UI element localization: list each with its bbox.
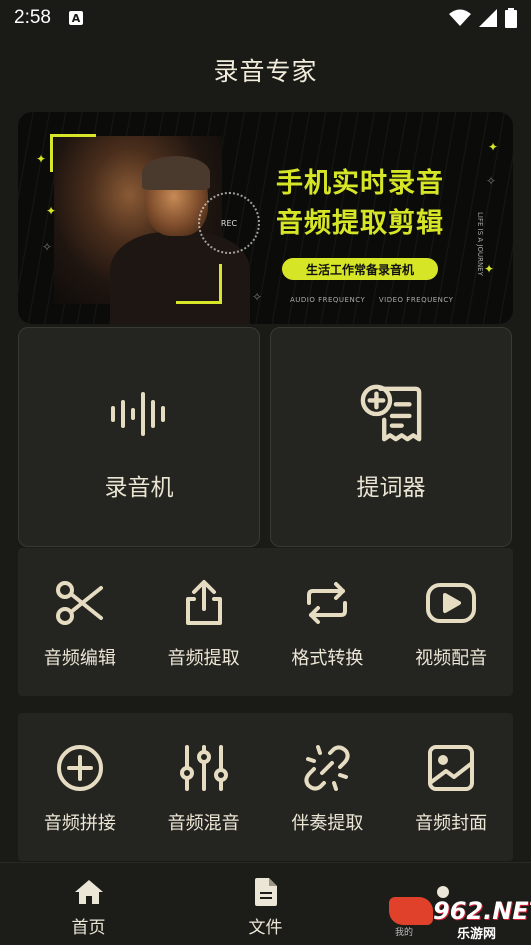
teleprompter-icon xyxy=(359,382,423,446)
tool-audio-edit-label: 音频编辑 xyxy=(43,648,116,669)
tool-format-convert-label: 格式转换 xyxy=(291,648,364,669)
status-bar: 2:58 A xyxy=(0,0,531,36)
tool-audio-edit[interactable]: 音频编辑 xyxy=(18,548,142,696)
banner-headline-line-2: 音频提取剪辑 xyxy=(276,208,444,239)
recorder-label: 录音机 xyxy=(104,475,174,501)
banner-side-text: LIFE IS A JOURNEY xyxy=(476,212,484,276)
file-icon xyxy=(251,877,281,907)
nav-files[interactable]: 文件 xyxy=(177,863,354,945)
site-watermark-logo: 962.NET 我的 乐游网 xyxy=(387,897,531,942)
nav-home[interactable]: 首页 xyxy=(0,863,177,945)
teleprompter-card[interactable]: 提词器 xyxy=(270,327,512,547)
tool-video-dub-label: 视频配音 xyxy=(415,648,488,669)
tool-audio-merge[interactable]: 音频拼接 xyxy=(18,713,142,861)
status-icons xyxy=(449,8,517,28)
sparkle-icon: ✧ xyxy=(252,290,263,304)
watermark-badge xyxy=(389,897,433,925)
banner-footer-text: AUDIO FREQUENCY VIDEO FREQUENCY xyxy=(290,296,453,304)
image-icon xyxy=(424,741,478,795)
nav-home-label: 首页 xyxy=(71,918,106,938)
tool-audio-mix[interactable]: 音频混音 xyxy=(142,713,266,861)
page-title: 录音专家 xyxy=(213,57,318,86)
tools-panel-2: 音频拼接 音频混音 伴奏提取 音频封面 xyxy=(18,713,513,861)
battery-icon xyxy=(505,8,517,28)
teleprompter-label: 提词器 xyxy=(356,475,426,501)
sparkle-icon: ✦ xyxy=(46,204,57,218)
watermark-small: 我的 xyxy=(395,928,414,938)
recorder-card[interactable]: 录音机 xyxy=(18,327,260,547)
wifi-icon xyxy=(449,9,471,26)
tool-audio-merge-label: 音频拼接 xyxy=(43,813,116,834)
nav-files-label: 文件 xyxy=(248,918,283,938)
plus-circle-icon xyxy=(53,741,107,795)
photo-person-beanie xyxy=(142,156,210,190)
broken-link-icon xyxy=(300,741,354,795)
tool-audio-extract[interactable]: 音频提取 xyxy=(142,548,266,696)
sparkle-icon: ✧ xyxy=(486,174,497,188)
banner-tagline: 生活工作常备录音机 xyxy=(282,258,438,280)
tools-panel-1: 音频编辑 音频提取 格式转换 视频配音 xyxy=(18,548,513,696)
watermark-sub: 乐游网 xyxy=(457,927,497,942)
watermark-brand: 962.NET xyxy=(433,897,531,925)
scissors-icon xyxy=(53,576,107,630)
promo-banner[interactable]: REC 手机实时录音 音频提取剪辑 生活工作常备录音机 AUDIO FREQUE… xyxy=(18,112,513,324)
waveform-icon xyxy=(107,382,171,446)
tool-audio-cover[interactable]: 音频封面 xyxy=(389,713,513,861)
rec-ring-badge: REC xyxy=(198,192,260,254)
status-time: 2:58 xyxy=(14,7,51,28)
signal-icon xyxy=(479,9,497,27)
tool-accompaniment-extract-label: 伴奏提取 xyxy=(291,813,364,834)
play-video-icon xyxy=(424,576,478,630)
sparkle-icon: ✦ xyxy=(36,152,47,166)
tool-audio-cover-label: 音频封面 xyxy=(415,813,488,834)
sparkle-icon: ✦ xyxy=(484,262,495,276)
sparkle-icon: ✧ xyxy=(42,240,53,254)
notification-a-icon: A xyxy=(68,11,83,25)
banner-footer-left: AUDIO FREQUENCY xyxy=(290,296,366,304)
tool-video-dub[interactable]: 视频配音 xyxy=(389,548,513,696)
banner-footer-right: VIDEO FREQUENCY xyxy=(378,296,454,304)
sparkle-icon: ✦ xyxy=(488,140,499,154)
tool-audio-extract-label: 音频提取 xyxy=(167,648,240,669)
tool-format-convert[interactable]: 格式转换 xyxy=(266,548,390,696)
tool-accompaniment-extract[interactable]: 伴奏提取 xyxy=(266,713,390,861)
sliders-icon xyxy=(177,741,231,795)
home-icon xyxy=(74,877,104,907)
tool-audio-mix-label: 音频混音 xyxy=(167,813,240,834)
banner-headline: 手机实时录音 音频提取剪辑 xyxy=(276,164,444,244)
upload-icon xyxy=(177,576,231,630)
frame-corner-top-left xyxy=(50,134,96,172)
banner-headline-line-1: 手机实时录音 xyxy=(276,168,444,199)
repeat-icon xyxy=(300,576,354,630)
frame-corner-bottom-right xyxy=(176,264,222,304)
